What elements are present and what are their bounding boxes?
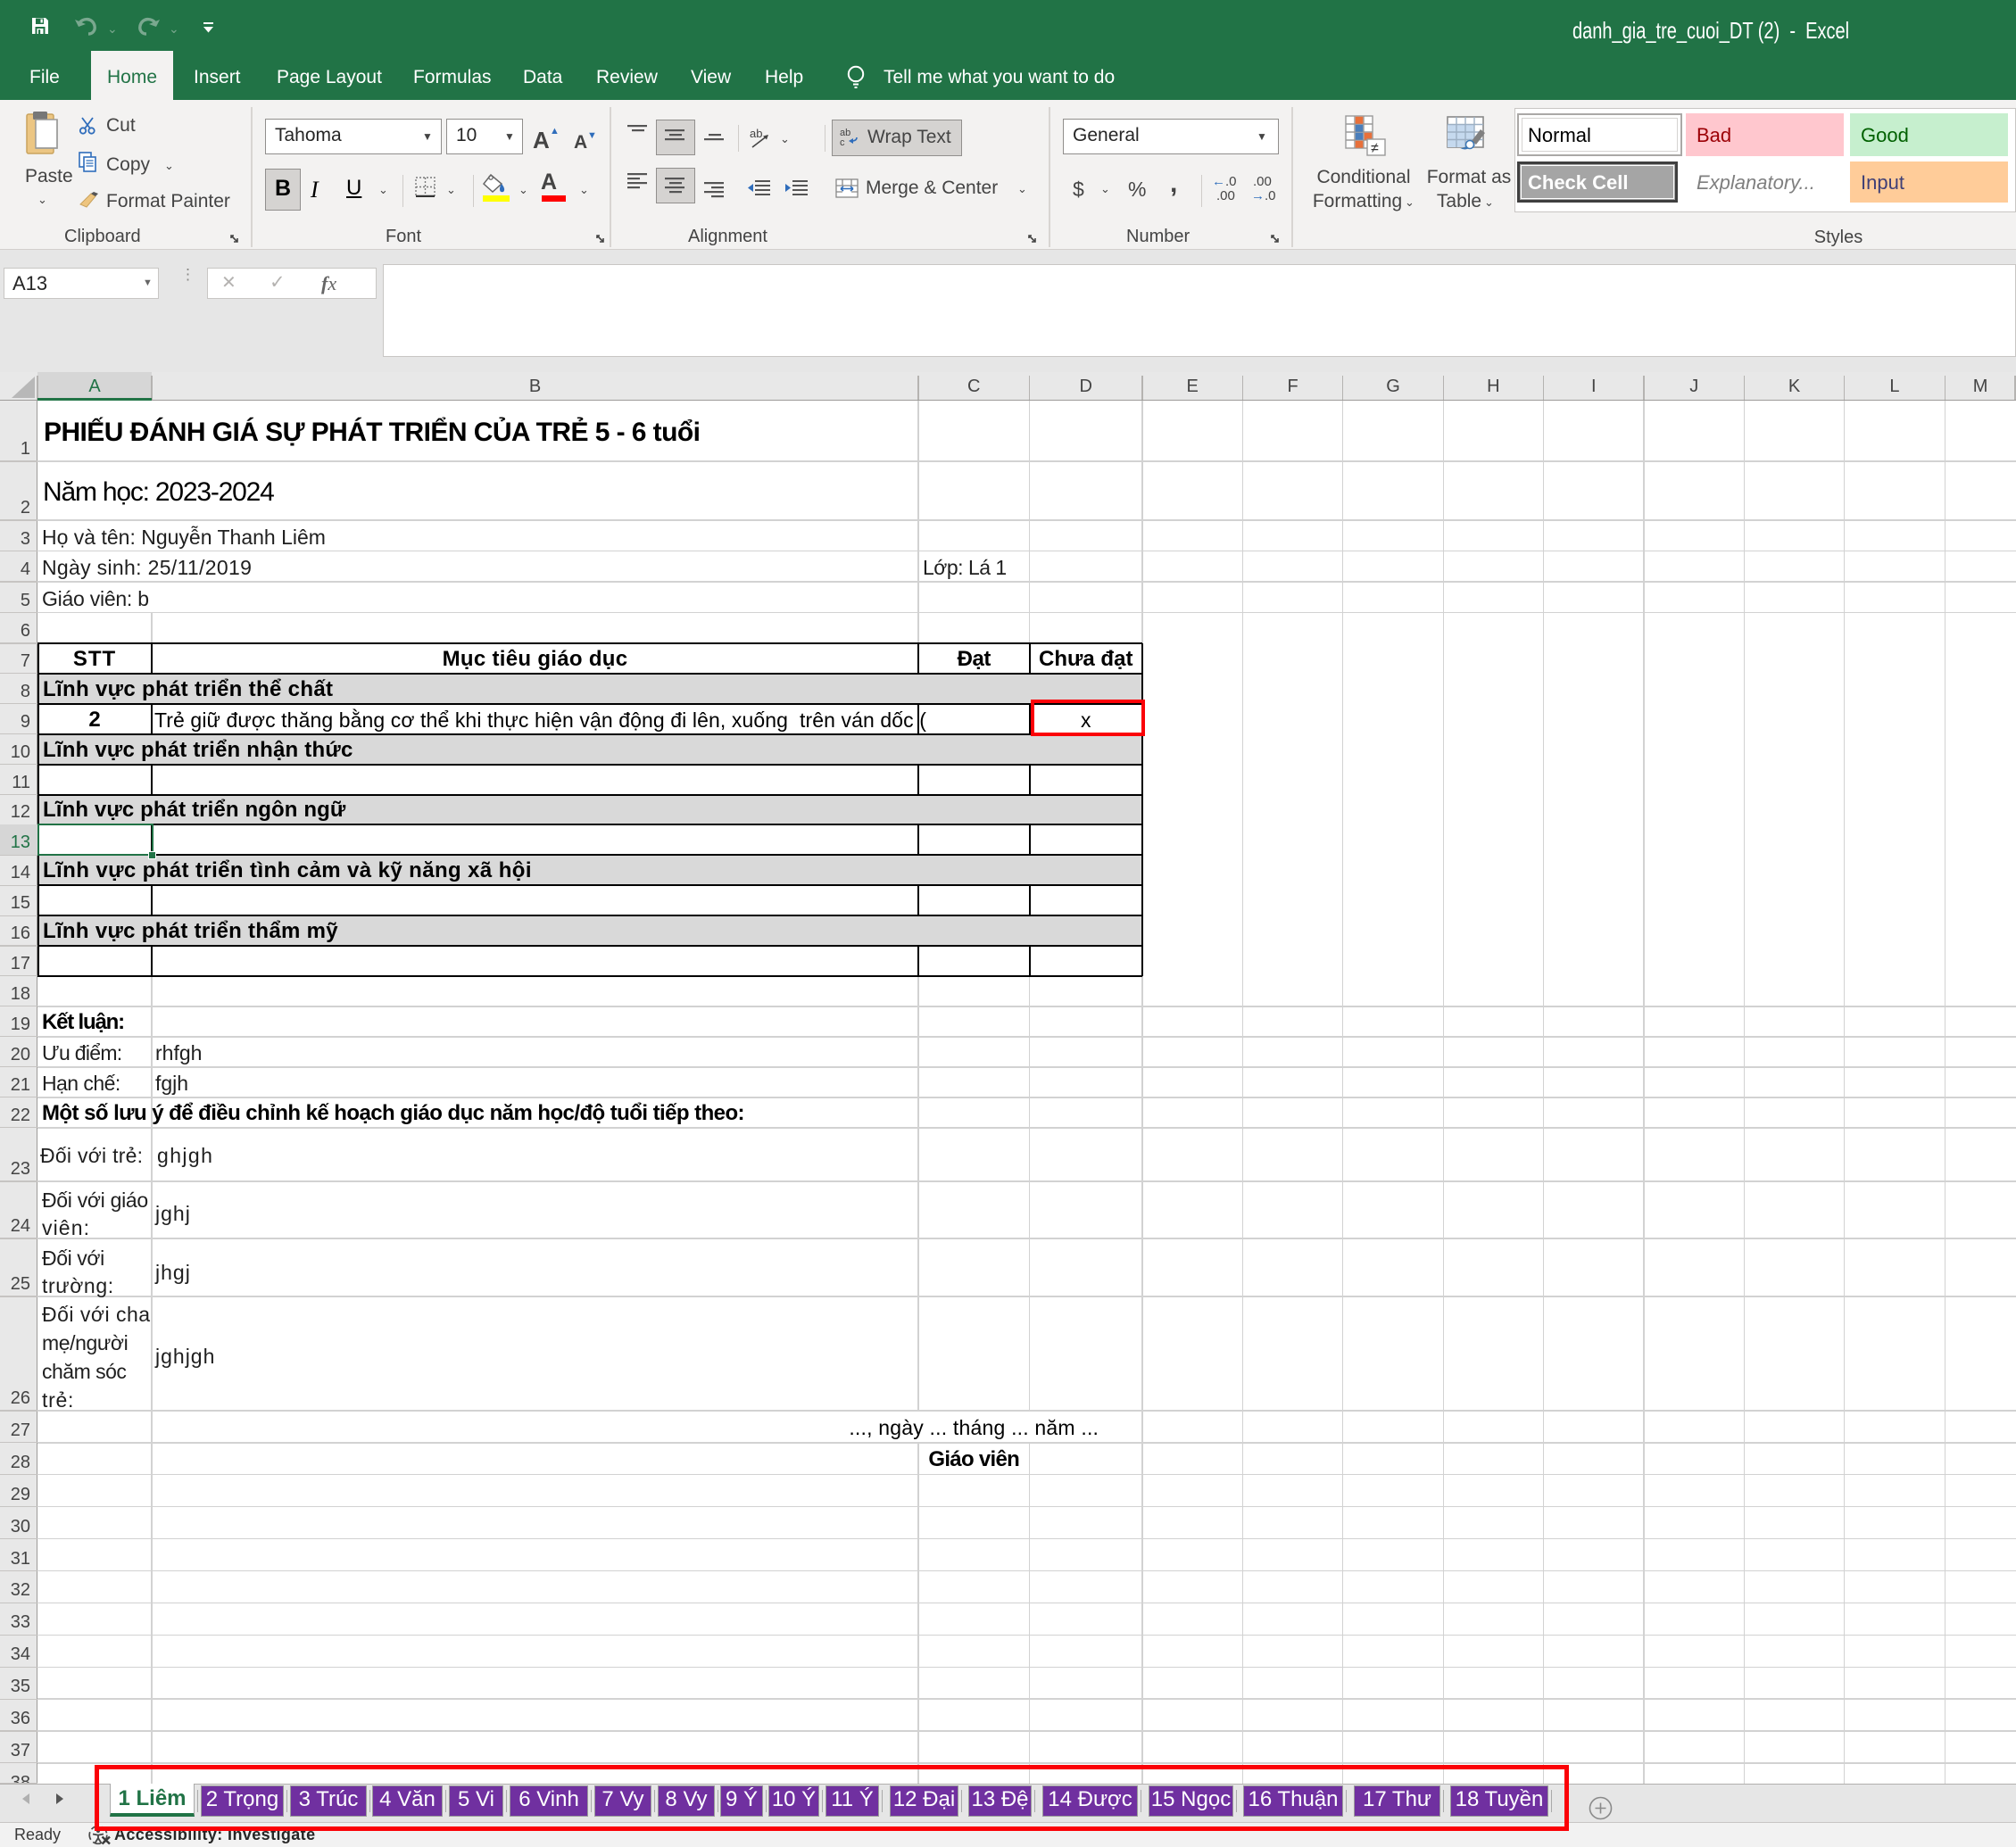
svg-text:ab: ab bbox=[750, 127, 762, 140]
svg-text:≠: ≠ bbox=[1371, 141, 1379, 156]
svg-text:c: c bbox=[840, 137, 845, 148]
